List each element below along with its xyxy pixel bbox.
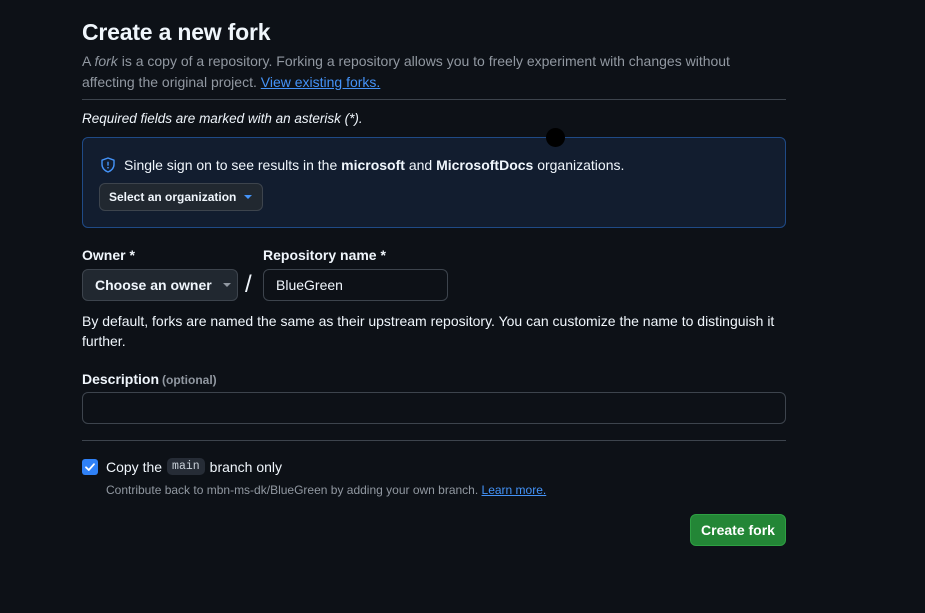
sso-message: Single sign on to see results in the mic… — [100, 157, 624, 173]
description-label: Description (optional) — [82, 371, 217, 387]
owner-label: Owner * — [82, 247, 135, 263]
select-organization-button[interactable]: Select an organization — [99, 183, 263, 211]
sso-notice: Single sign on to see results in the mic… — [82, 137, 786, 228]
chevron-down-icon — [222, 283, 231, 287]
description-input[interactable] — [82, 392, 786, 424]
owner-repo-separator: / — [245, 271, 252, 298]
sso-org-microsoftdocs: MicrosoftDocs — [436, 157, 534, 173]
required-fields-note: Required fields are marked with an aster… — [82, 111, 363, 126]
sso-text: Single sign on to see results in the mic… — [124, 157, 624, 173]
contribute-text: Contribute back to mbn-ms-dk/BlueGreen b… — [106, 483, 482, 497]
sso-text-prefix: Single sign on to see results in the — [124, 157, 342, 173]
repository-name-label: Repository name * — [263, 247, 386, 263]
choose-owner-label: Choose an owner — [95, 277, 212, 293]
sso-text-suffix: organizations. — [533, 157, 625, 173]
divider — [82, 440, 786, 441]
select-organization-label: Select an organization — [109, 190, 237, 204]
optional-hint: (optional) — [162, 373, 217, 387]
fork-name-helper-text: By default, forks are named the same as … — [82, 313, 775, 349]
chevron-down-icon — [244, 195, 253, 199]
copy-branch-suffix: branch only — [209, 458, 283, 475]
copy-branch-label: Copy the main branch only — [106, 458, 282, 475]
learn-more-link[interactable]: Learn more. — [482, 483, 547, 497]
sso-org-microsoft: microsoft — [341, 157, 405, 173]
page-description: A fork is a copy of a repository. Forkin… — [82, 51, 786, 93]
shield-icon — [100, 157, 116, 173]
cursor-indicator — [546, 128, 565, 147]
checkmark-icon — [85, 463, 95, 471]
page-title: Create a new fork — [82, 19, 271, 45]
sso-text-mid: and — [404, 157, 437, 173]
lede-text-body: is a copy of a repository. Forking a rep… — [82, 53, 730, 90]
repository-name-input[interactable] — [263, 269, 448, 301]
description-label-text: Description — [82, 371, 160, 387]
divider — [82, 99, 786, 100]
choose-owner-button[interactable]: Choose an owner — [82, 269, 238, 301]
contribute-note: Contribute back to mbn-ms-dk/BlueGreen b… — [106, 483, 546, 497]
lede-fork-word: fork — [94, 53, 118, 69]
fork-page: Create a new fork A fork is a copy of a … — [0, 0, 925, 613]
view-existing-forks-link[interactable]: View existing forks. — [261, 74, 381, 90]
copy-branch-prefix: Copy the — [106, 458, 163, 475]
create-fork-button[interactable]: Create fork — [690, 514, 786, 546]
copy-main-branch-checkbox[interactable] — [82, 459, 98, 475]
branch-name-code: main — [167, 458, 205, 475]
lede-text: A — [82, 53, 95, 69]
